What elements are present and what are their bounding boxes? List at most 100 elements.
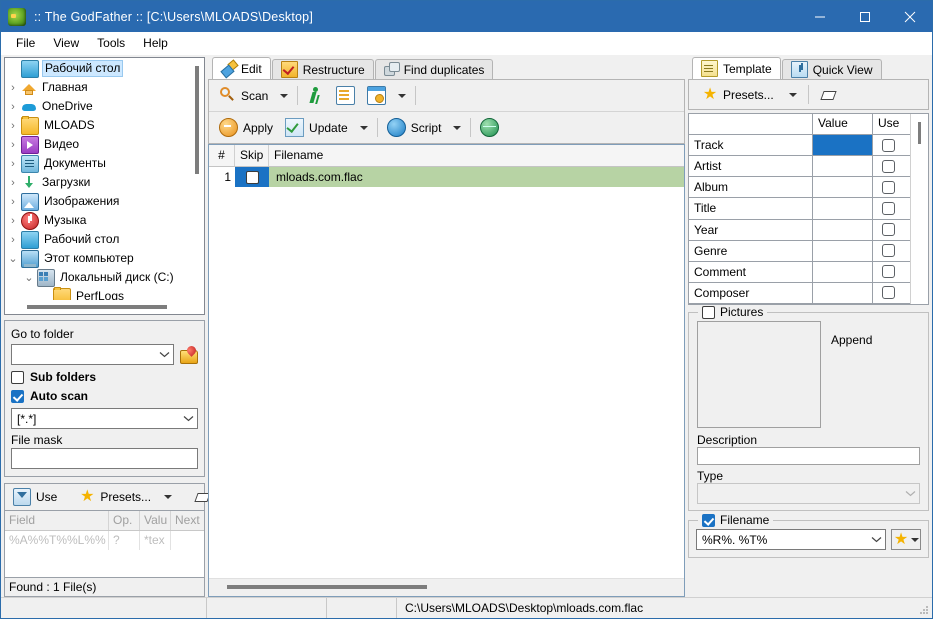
- chevron-right-icon[interactable]: ›: [5, 230, 21, 249]
- web-lookup-button[interactable]: [474, 115, 505, 141]
- tree-item-video[interactable]: › Видео: [5, 135, 190, 154]
- tag-use-checkbox[interactable]: [882, 180, 895, 194]
- minimize-button[interactable]: [797, 1, 842, 32]
- resize-grip[interactable]: [915, 601, 929, 615]
- chevron-right-icon[interactable]: ›: [5, 192, 21, 211]
- tag-value[interactable]: [813, 240, 873, 261]
- chevron-down-icon[interactable]: [280, 93, 289, 98]
- tag-use-cell[interactable]: [873, 220, 904, 240]
- filter-grid-row[interactable]: %A%%T%%L%% ? *tex: [5, 531, 204, 550]
- filter-cell-value[interactable]: *tex: [140, 531, 171, 550]
- chevron-down-icon[interactable]: [902, 484, 919, 503]
- scrollbar-thumb[interactable]: [227, 585, 427, 589]
- tag-value[interactable]: [813, 198, 873, 219]
- chevron-right-icon[interactable]: ›: [5, 78, 21, 97]
- sub-folders-checkbox[interactable]: [11, 370, 24, 384]
- filter-grid[interactable]: Field Op. Valu Next %A%%T%%L%% ? *tex: [4, 510, 205, 578]
- chevron-right-icon[interactable]: ›: [5, 116, 21, 135]
- tree-item-music[interactable]: › Музыка: [5, 211, 190, 230]
- window-options-button[interactable]: [361, 83, 392, 109]
- tag-row-comment[interactable]: Comment: [689, 261, 910, 283]
- tree-item-documents[interactable]: › Документы: [5, 154, 190, 173]
- chevron-right-icon[interactable]: ›: [5, 135, 21, 154]
- file-row-skip-checkbox[interactable]: [245, 170, 259, 184]
- tag-row-title[interactable]: Title: [689, 198, 910, 220]
- chevron-right-icon[interactable]: ›: [5, 173, 21, 192]
- tag-use-checkbox[interactable]: [882, 223, 895, 237]
- filter-presets-button[interactable]: ★ Presets...: [71, 485, 180, 510]
- tag-use-checkbox[interactable]: [882, 265, 895, 279]
- file-list-horizontal-scrollbar[interactable]: [209, 578, 684, 596]
- pictures-checkbox[interactable]: [702, 305, 715, 319]
- file-col-filename[interactable]: Filename: [269, 145, 684, 166]
- filename-pattern-combo[interactable]: %R%. %T%: [696, 529, 886, 550]
- menu-view[interactable]: View: [44, 34, 88, 52]
- list-view-button[interactable]: [330, 83, 361, 109]
- tag-use-checkbox[interactable]: [882, 159, 895, 173]
- update-button[interactable]: Update: [279, 115, 354, 141]
- maximize-button[interactable]: [842, 1, 887, 32]
- update-dropdown[interactable]: [354, 115, 374, 141]
- goto-folder-combo[interactable]: [11, 344, 174, 365]
- tag-table-vertical-scrollbar[interactable]: [910, 114, 928, 304]
- tree-item-local-disk-c[interactable]: ⌄ Локальный диск (C:): [5, 268, 190, 287]
- tag-use-checkbox[interactable]: [882, 201, 895, 215]
- description-input[interactable]: [697, 447, 920, 465]
- scan-dropdown[interactable]: [274, 83, 294, 109]
- filename-group-title[interactable]: Filename: [698, 513, 774, 527]
- tag-row-album[interactable]: Album: [689, 177, 910, 199]
- run-button[interactable]: [301, 83, 330, 109]
- chevron-down-icon[interactable]: [911, 537, 919, 542]
- tree-expander[interactable]: [5, 59, 21, 78]
- tag-value[interactable]: [813, 261, 873, 282]
- scrollbar-thumb[interactable]: [27, 305, 167, 309]
- table-row[interactable]: 1 mloads.com.flac: [209, 167, 684, 187]
- template-clear-button[interactable]: [812, 82, 844, 107]
- type-combo[interactable]: [697, 483, 920, 504]
- filename-presets-button[interactable]: ★: [891, 529, 921, 550]
- script-button[interactable]: Script: [381, 115, 448, 141]
- tab-find-duplicates[interactable]: Find duplicates: [374, 59, 494, 79]
- folder-tree[interactable]: Рабочий стол › Главная › OneDrive › MLOA…: [4, 57, 205, 315]
- tag-value[interactable]: [813, 177, 873, 198]
- tree-expander[interactable]: [37, 287, 53, 300]
- sub-folders-row[interactable]: Sub folders: [11, 370, 198, 384]
- scrollbar-thumb[interactable]: [195, 66, 199, 174]
- pictures-group-title[interactable]: Pictures: [698, 305, 768, 319]
- tab-restructure[interactable]: Restructure: [271, 59, 374, 79]
- file-col-index[interactable]: #: [209, 145, 235, 166]
- chevron-down-icon[interactable]: ⌄: [21, 268, 37, 287]
- window-options-dropdown[interactable]: [392, 83, 412, 109]
- file-list[interactable]: # Skip Filename 1 mloads.com.flac: [208, 144, 685, 597]
- tree-horizontal-scrollbar[interactable]: [5, 300, 190, 314]
- tree-item-downloads[interactable]: › Загрузки: [5, 173, 190, 192]
- filter-cell-field[interactable]: %A%%T%%L%%: [5, 531, 109, 550]
- tag-value[interactable]: [813, 135, 873, 156]
- auto-scan-row[interactable]: Auto scan: [11, 389, 198, 403]
- tree-item-desktop[interactable]: › Рабочий стол: [5, 230, 190, 249]
- chevron-down-icon[interactable]: [398, 93, 407, 98]
- file-mask-input[interactable]: [11, 448, 198, 469]
- tag-value[interactable]: [813, 156, 873, 177]
- tag-value[interactable]: [813, 282, 873, 303]
- menu-tools[interactable]: Tools: [88, 34, 134, 52]
- scrollbar-thumb[interactable]: [918, 122, 921, 144]
- tag-use-checkbox[interactable]: [882, 138, 895, 152]
- tag-use-cell[interactable]: [873, 198, 904, 218]
- chevron-down-icon[interactable]: [788, 92, 797, 97]
- tree-vertical-scrollbar[interactable]: [189, 58, 204, 300]
- chevron-down-icon[interactable]: [156, 345, 173, 364]
- chevron-right-icon[interactable]: ›: [5, 154, 21, 173]
- tag-use-checkbox[interactable]: [882, 286, 895, 300]
- tab-edit[interactable]: Edit: [212, 57, 271, 79]
- template-presets-button[interactable]: ★ Presets...: [694, 82, 805, 107]
- menu-file[interactable]: File: [7, 34, 44, 52]
- tag-use-cell[interactable]: [873, 241, 904, 261]
- tag-use-cell[interactable]: [873, 156, 904, 176]
- picture-preview[interactable]: [697, 321, 821, 428]
- menu-help[interactable]: Help: [134, 34, 177, 52]
- tree-item-this-pc[interactable]: ⌄ Этот компьютер: [5, 249, 190, 268]
- filename-checkbox[interactable]: [702, 513, 715, 527]
- tag-use-cell[interactable]: [873, 262, 904, 282]
- tag-use-cell[interactable]: [873, 177, 904, 197]
